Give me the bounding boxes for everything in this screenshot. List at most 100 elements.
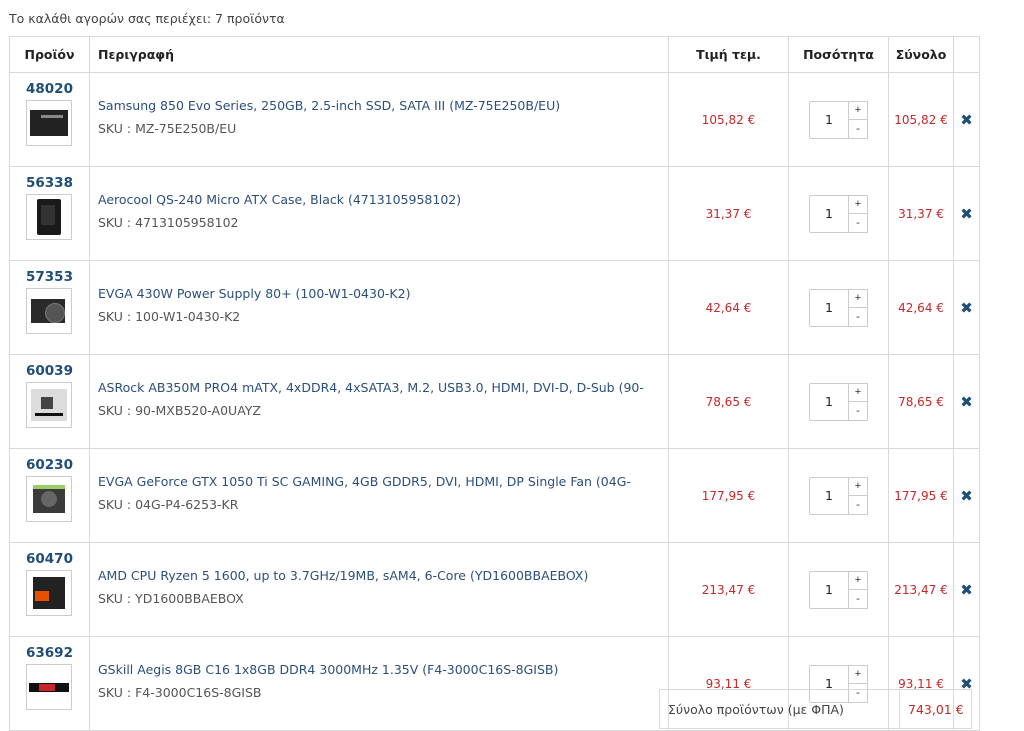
quantity-increase-button[interactable]: + (849, 570, 868, 590)
quantity-decrease-button[interactable]: - (849, 214, 868, 233)
product-cell: 63692 (9, 636, 90, 731)
quantity-increase-button[interactable]: + (849, 382, 868, 402)
quantity-input[interactable] (809, 288, 849, 327)
product-title-link[interactable]: GSkill Aegis 8GB C16 1x8GB DDR4 3000MHz … (98, 662, 660, 677)
quantity-input[interactable] (809, 476, 849, 515)
quantity-stepper: +- (809, 570, 868, 609)
quantity-increase-button[interactable]: + (849, 194, 868, 214)
remove-item-icon[interactable]: ✖ (960, 393, 973, 411)
description-cell: AMD CPU Ryzen 5 1600, up to 3.7GHz/19MB,… (89, 542, 669, 637)
description-cell: Samsung 850 Evo Series, 250GB, 2.5-inch … (89, 72, 669, 167)
product-cell: 56338 (9, 166, 90, 261)
cart-row: 57353 EVGA 430W Power Supply 80+ (100-W1-… (9, 260, 980, 355)
quantity-input[interactable] (809, 194, 849, 233)
remove-item-icon[interactable]: ✖ (960, 111, 973, 129)
quantity-increase-button[interactable]: + (849, 476, 868, 496)
quantity-cell: +- (788, 354, 889, 449)
quantity-decrease-button[interactable]: - (849, 120, 868, 139)
header-quantity: Ποσότητα (788, 36, 889, 73)
cart-row: 60230 EVGA GeForce GTX 1050 Ti SC GAMING,… (9, 448, 980, 543)
description-cell: GSkill Aegis 8GB C16 1x8GB DDR4 3000MHz … (89, 636, 669, 731)
totals-row: Σύνολο προϊόντων (με ΦΠΑ) 743,01 € (659, 689, 972, 729)
quantity-increase-button[interactable]: + (849, 664, 868, 684)
header-product: Προϊόν (9, 36, 90, 73)
cart-row: 60470 AMD CPU Ryzen 5 1600, up to 3.7GHz/… (9, 542, 980, 637)
remove-cell: ✖ (953, 542, 980, 637)
unit-price: 78,65 € (668, 354, 789, 449)
line-total: 42,64 € (888, 260, 954, 355)
quantity-input[interactable] (809, 382, 849, 421)
line-total: 177,95 € (888, 448, 954, 543)
product-thumbnail[interactable] (26, 570, 72, 616)
line-total: 31,37 € (888, 166, 954, 261)
product-title-link[interactable]: Aerocool QS-240 Micro ATX Case, Black (4… (98, 192, 660, 207)
quantity-buttons: + - (849, 476, 868, 515)
remove-cell: ✖ (953, 260, 980, 355)
remove-cell: ✖ (953, 166, 980, 261)
quantity-decrease-button[interactable]: - (849, 308, 868, 327)
product-id[interactable]: 56338 (26, 176, 89, 191)
product-sku: SKU : 90-MXB520-A0UAYZ (98, 402, 261, 418)
product-thumbnail[interactable] (26, 100, 72, 146)
remove-item-icon[interactable]: ✖ (960, 487, 973, 505)
remove-cell: ✖ (953, 448, 980, 543)
product-thumbnail[interactable] (26, 382, 72, 428)
product-cell: 60230 (9, 448, 90, 543)
quantity-cell: +- (788, 166, 889, 261)
product-cell: 57353 (9, 260, 90, 355)
line-total: 105,82 € (888, 72, 954, 167)
product-thumbnail[interactable] (26, 664, 72, 710)
product-thumbnail[interactable] (26, 194, 72, 240)
quantity-cell: +- (788, 448, 889, 543)
quantity-increase-button[interactable]: + (849, 100, 868, 120)
quantity-decrease-button[interactable]: - (849, 496, 868, 515)
unit-price: 42,64 € (668, 260, 789, 355)
quantity-stepper: +- (809, 476, 868, 515)
unit-price: 177,95 € (668, 448, 789, 543)
quantity-buttons: + - (849, 100, 868, 139)
product-title-link[interactable]: Samsung 850 Evo Series, 250GB, 2.5-inch … (98, 98, 660, 113)
product-title-link[interactable]: ASRock AB350M PRO4 mATX, 4xDDR4, 4xSATA3… (98, 380, 660, 395)
product-title-link[interactable]: EVGA 430W Power Supply 80+ (100-W1-0430-… (98, 286, 660, 301)
product-sku: SKU : 04G-P4-6253-KR (98, 496, 239, 512)
product-sku: SKU : 100-W1-0430-K2 (98, 308, 241, 324)
product-title-link[interactable]: EVGA GeForce GTX 1050 Ti SC GAMING, 4GB … (98, 474, 660, 489)
header-remove (953, 36, 980, 73)
remove-cell: ✖ (953, 354, 980, 449)
quantity-cell: +- (788, 542, 889, 637)
product-id[interactable]: 57353 (26, 270, 89, 285)
product-id[interactable]: 60470 (26, 552, 89, 567)
remove-item-icon[interactable]: ✖ (960, 581, 973, 599)
header-total: Σύνολο (888, 36, 954, 73)
line-total: 78,65 € (888, 354, 954, 449)
quantity-increase-button[interactable]: + (849, 288, 868, 308)
totals-table: Σύνολο προϊόντων (με ΦΠΑ) 743,01 € (659, 689, 972, 729)
product-thumbnail[interactable] (26, 288, 72, 334)
product-cell: 48020 (9, 72, 90, 167)
remove-item-icon[interactable]: ✖ (960, 205, 973, 223)
quantity-decrease-button[interactable]: - (849, 590, 868, 609)
quantity-stepper: +- (809, 382, 868, 421)
product-sku: SKU : YD1600BBAEBOX (98, 590, 244, 606)
product-title-link[interactable]: AMD CPU Ryzen 5 1600, up to 3.7GHz/19MB,… (98, 568, 660, 583)
quantity-buttons: + - (849, 288, 868, 327)
product-id[interactable]: 63692 (26, 646, 89, 661)
quantity-input[interactable] (809, 570, 849, 609)
quantity-stepper: +- (809, 288, 868, 327)
product-thumbnail[interactable] (26, 476, 72, 522)
remove-item-icon[interactable]: ✖ (960, 299, 973, 317)
quantity-buttons: + - (849, 194, 868, 233)
description-cell: EVGA GeForce GTX 1050 Ti SC GAMING, 4GB … (89, 448, 669, 543)
cart-body: 48020 Samsung 850 Evo Series, 250GB, 2.5-… (9, 72, 980, 731)
product-id[interactable]: 60230 (26, 458, 89, 473)
product-cell: 60470 (9, 542, 90, 637)
unit-price: 31,37 € (668, 166, 789, 261)
quantity-input[interactable] (809, 100, 849, 139)
product-id[interactable]: 60039 (26, 364, 89, 379)
cart-item-count: Το καλάθι αγορών σας περιέχει: 7 προϊόντ… (9, 11, 285, 26)
header-unit-price: Τιμή τεμ. (668, 36, 789, 73)
header-description: Περιγραφή (89, 36, 669, 73)
quantity-decrease-button[interactable]: - (849, 402, 868, 421)
cart-table: Προϊόν Περιγραφή Τιμή τεμ. Ποσότητα Σύνο… (9, 36, 980, 731)
product-id[interactable]: 48020 (26, 82, 89, 97)
